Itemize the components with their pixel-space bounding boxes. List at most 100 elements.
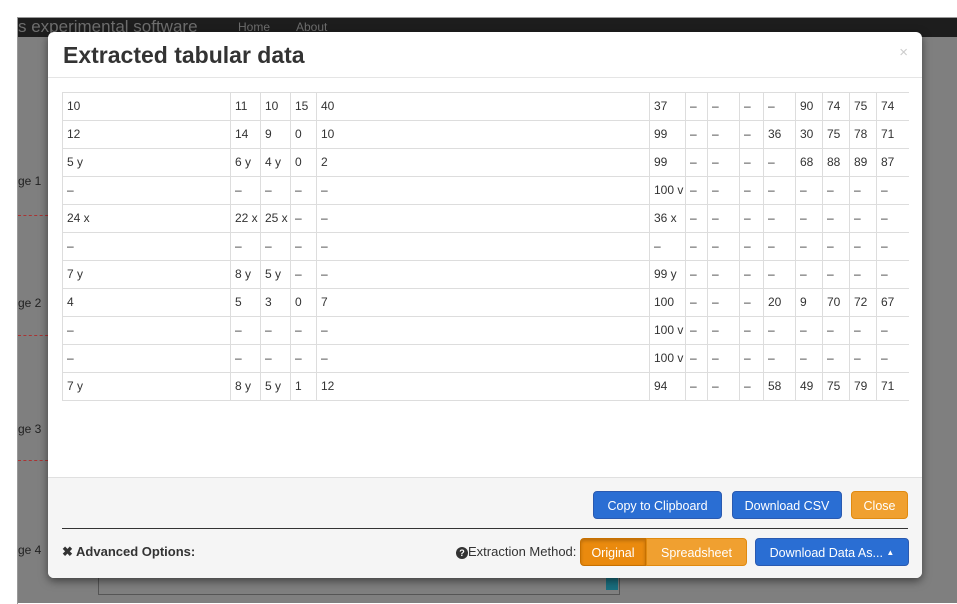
extraction-method-text: Extraction Method: xyxy=(468,544,577,559)
table-cell: – xyxy=(876,204,909,233)
extracted-data-modal: Extracted tabular data × 10 11 10 15 40 37– – –… xyxy=(48,32,922,578)
table-cell: 100 v xyxy=(649,176,686,205)
table-cell: – xyxy=(739,260,764,289)
method-original-button[interactable]: Original xyxy=(580,538,646,566)
table-cell: – xyxy=(316,316,650,345)
download-csv-button[interactable]: Download CSV xyxy=(732,491,842,519)
table-cell: – xyxy=(739,316,764,345)
table-cell: – xyxy=(316,344,650,373)
table-cell: – xyxy=(685,232,708,261)
table-cell: – xyxy=(260,232,291,261)
table-row: – – – – –100 v – – – – – – – – xyxy=(62,316,909,345)
table-cell: – xyxy=(707,92,740,121)
table-cell: – xyxy=(739,232,764,261)
table-cell: 58 xyxy=(763,372,796,401)
table-cell: – xyxy=(290,260,317,289)
page-divider xyxy=(18,215,48,216)
table-cell: 11 xyxy=(230,92,261,121)
table-cell: – xyxy=(739,148,764,177)
table-cell: – xyxy=(62,176,231,205)
table-cell: – xyxy=(316,176,650,205)
advanced-options-toggle[interactable]: ✖ Advanced Options: xyxy=(62,544,195,560)
table-cell: 75 xyxy=(822,120,850,149)
table-cell: 71 xyxy=(876,120,909,149)
table-cell: – xyxy=(260,316,291,345)
table-cell: – xyxy=(822,232,850,261)
table-cell: 25 x xyxy=(260,204,291,233)
page-label-3: ge 3 xyxy=(18,422,42,436)
table-cell: 9 xyxy=(260,120,291,149)
table-cell: – xyxy=(685,148,708,177)
table-cell: – xyxy=(290,232,317,261)
table-cell: – xyxy=(739,92,764,121)
table-cell: 12 xyxy=(316,372,650,401)
caret-up-icon: ▲ xyxy=(886,548,895,557)
background-marker xyxy=(606,578,618,590)
table-cell: 99 xyxy=(649,120,686,149)
table-cell: 0 xyxy=(290,120,317,149)
table-cell: 30 xyxy=(795,120,823,149)
table-cell: – xyxy=(763,92,796,121)
table-cell: – xyxy=(685,372,708,401)
table-cell: – xyxy=(739,372,764,401)
table-cell: – xyxy=(739,344,764,373)
table-cell: 94 xyxy=(649,372,686,401)
table-cell: 87 xyxy=(876,148,909,177)
table-row: 7 y8 y5 y – –99 y – – – – – – – – xyxy=(62,260,909,289)
table-row: – – – – –100 v – – – – – – – – xyxy=(62,176,909,205)
table-cell: 100 xyxy=(649,288,686,317)
table-cell: – xyxy=(739,288,764,317)
table-cell: – xyxy=(763,344,796,373)
table-cell: – xyxy=(290,204,317,233)
table-cell: – xyxy=(876,344,909,373)
table-cell: 6 y xyxy=(230,148,261,177)
table-cell: – xyxy=(316,232,650,261)
table-row: 10 11 10 15 40 37– – – –90 74 75 74 xyxy=(62,92,909,121)
table-cell: – xyxy=(685,204,708,233)
table-cell: – xyxy=(822,344,850,373)
table-cell: – xyxy=(849,232,877,261)
download-data-as-button[interactable]: Download Data As... ▲ xyxy=(755,538,909,566)
table-cell: 14 xyxy=(230,120,261,149)
table-cell: 12 xyxy=(62,120,231,149)
method-spreadsheet-button[interactable]: Spreadsheet xyxy=(646,538,747,566)
table-cell: 8 y xyxy=(230,372,261,401)
table-cell: – xyxy=(707,148,740,177)
table-cell: 71 xyxy=(876,372,909,401)
table-cell: – xyxy=(230,232,261,261)
download-data-as-label: Download Data As... xyxy=(769,546,883,560)
table-cell: 79 xyxy=(849,372,877,401)
table-row: 12 14 9 0 10 99– – –36 30 75 78 71 xyxy=(62,120,909,149)
table-scroll-area[interactable]: 10 11 10 15 40 37– – – –90 74 75 74 12 14 9 0 10 99– – –36 3… xyxy=(62,92,909,477)
table-cell: 67 xyxy=(876,288,909,317)
table-cell: – xyxy=(62,344,231,373)
help-icon[interactable]: ? xyxy=(456,547,468,559)
table-cell: – xyxy=(707,260,740,289)
table-cell: 75 xyxy=(822,372,850,401)
table-cell: – xyxy=(707,120,740,149)
table-cell: – xyxy=(876,260,909,289)
table-row: 5 y6 y4 y 0 2 99– – – –68 88 89 87 xyxy=(62,148,909,177)
table-cell: 37 xyxy=(649,92,686,121)
table-cell: – xyxy=(707,372,740,401)
page-divider xyxy=(18,335,48,336)
modal-title: Extracted tabular data xyxy=(63,42,305,68)
close-button[interactable]: Close xyxy=(851,491,908,519)
page-label-4: ge 4 xyxy=(18,543,42,557)
advanced-options-label: Advanced Options: xyxy=(76,544,196,559)
table-cell: – xyxy=(849,204,877,233)
table-cell: – xyxy=(795,176,823,205)
close-icon[interactable]: × xyxy=(899,44,908,61)
table-cell: 22 x xyxy=(230,204,261,233)
table-cell: – xyxy=(230,316,261,345)
table-cell: 5 y xyxy=(260,260,291,289)
copy-to-clipboard-button[interactable]: Copy to Clipboard xyxy=(593,491,722,519)
table-cell: – xyxy=(763,260,796,289)
table-cell: – xyxy=(849,176,877,205)
table-cell: – xyxy=(707,316,740,345)
table-cell: 100 v xyxy=(649,316,686,345)
table-cell: 100 v xyxy=(649,344,686,373)
table-cell: – xyxy=(876,232,909,261)
table-cell: 10 xyxy=(260,92,291,121)
table-cell: 99 y xyxy=(649,260,686,289)
